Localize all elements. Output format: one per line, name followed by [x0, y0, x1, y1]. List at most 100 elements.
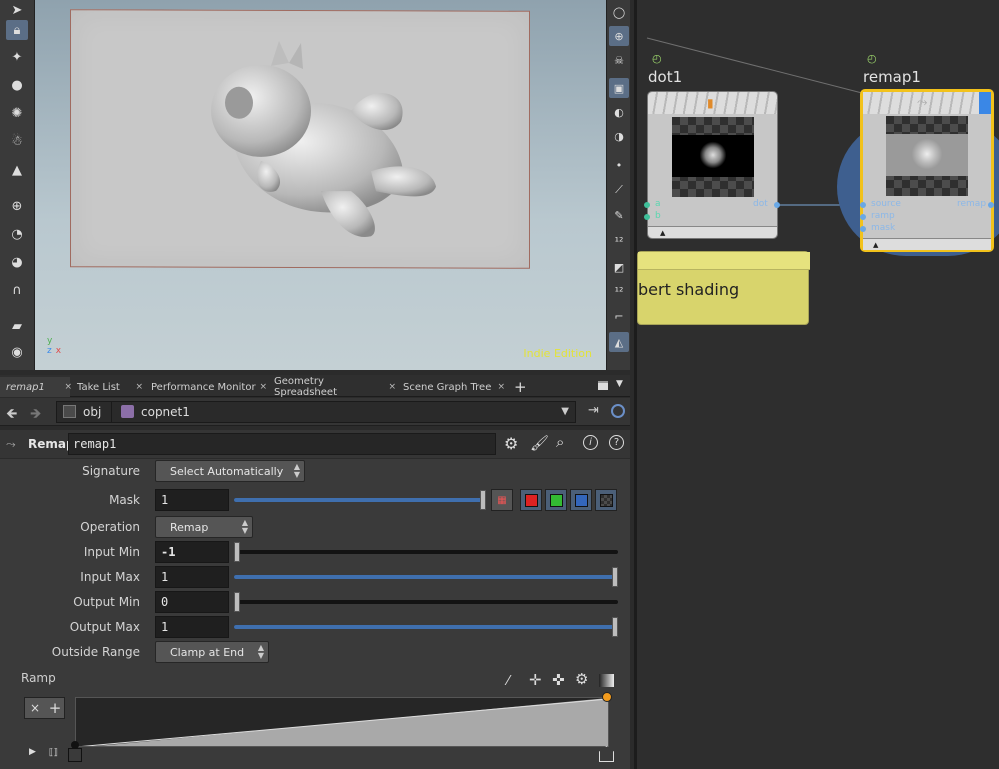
- close-icon[interactable]: ×: [259, 382, 267, 392]
- slider-handle[interactable]: [234, 542, 240, 562]
- mask-field[interactable]: 1: [155, 489, 229, 511]
- signature-menu[interactable]: Select Automatically ▲ ▼: [155, 460, 305, 482]
- close-icon[interactable]: ×: [388, 382, 396, 392]
- ramp-gear-icon[interactable]: ⚙: [575, 670, 588, 688]
- snap-point-icon[interactable]: ◕: [6, 252, 28, 272]
- point-display-icon[interactable]: •: [609, 155, 629, 175]
- select-arrow-icon[interactable]: ➤: [6, 0, 28, 20]
- pin-icon[interactable]: ⇥: [588, 403, 599, 418]
- slider-handle[interactable]: [480, 490, 486, 510]
- mask-blue-channel-toggle[interactable]: [570, 489, 592, 511]
- remap1-output[interactable]: [988, 202, 994, 208]
- output-max-slider[interactable]: [234, 617, 618, 637]
- skull-icon[interactable]: ☠: [609, 50, 629, 70]
- remap1-input-source[interactable]: [860, 202, 866, 208]
- ramp-add-button[interactable]: +: [45, 698, 65, 718]
- ramp-mode-icon[interactable]: ⟦⟧: [49, 748, 58, 758]
- point-numbers-icon[interactable]: ¹²: [609, 231, 629, 251]
- input-min-slider[interactable]: [234, 542, 618, 562]
- ramp-remove-button[interactable]: ×: [25, 698, 45, 718]
- ramp-interp-icon[interactable]: ⁄: [507, 674, 509, 689]
- input-max-field[interactable]: 1: [155, 566, 229, 588]
- ramp-editor[interactable]: [75, 697, 609, 747]
- magnet-icon[interactable]: ⊕: [6, 196, 28, 216]
- snap-curve-icon[interactable]: ◔: [6, 224, 28, 244]
- pose-tool-icon[interactable]: ●: [6, 75, 28, 95]
- sphere-icon[interactable]: ◯: [609, 2, 629, 22]
- expand-triangle-icon[interactable]: ▶: [29, 747, 36, 757]
- ramp-marker-end[interactable]: [599, 746, 614, 762]
- path-segment-obj[interactable]: obj: [83, 405, 101, 419]
- network-editor[interactable]: bert shading ◴ dot1 ▮ ▲ a b dot ◴ remap1…: [634, 0, 999, 769]
- tab-scene-graph-tree[interactable]: Scene Graph Tree ×: [397, 377, 505, 397]
- path-segment-copnet1[interactable]: copnet1: [141, 405, 190, 419]
- mask-slider[interactable]: [234, 490, 486, 510]
- ramp-key-end[interactable]: [602, 692, 612, 702]
- tab-take-list[interactable]: Take List ×: [71, 377, 143, 397]
- figure-tool-icon[interactable]: ☃: [6, 131, 28, 151]
- ramp-marker-start[interactable]: [68, 748, 82, 762]
- link-pane-icon[interactable]: [611, 404, 625, 418]
- gear-icon[interactable]: ⚙: [504, 434, 518, 453]
- tab-performance-monitor[interactable]: Performance Monitor ×: [145, 377, 267, 397]
- pane-layout-icon[interactable]: [598, 381, 608, 390]
- lock-icon[interactable]: 🔒︎: [6, 20, 28, 40]
- channel-picker-button[interactable]: ▦: [491, 489, 513, 511]
- search-icon[interactable]: ⌕: [556, 433, 564, 451]
- brush-tool-icon[interactable]: ✺: [6, 103, 28, 123]
- info-icon[interactable]: i: [583, 435, 598, 450]
- add-tab-button[interactable]: +: [508, 377, 533, 397]
- chevron-down-icon[interactable]: ▼: [616, 379, 623, 389]
- guide-icon[interactable]: ⌐: [609, 306, 629, 326]
- output-max-field[interactable]: 1: [155, 616, 229, 638]
- render-icon[interactable]: ▰: [6, 316, 28, 336]
- ramp-preview-icon[interactable]: [599, 674, 614, 687]
- mask-green-channel-toggle[interactable]: [545, 489, 567, 511]
- display-options-icon[interactable]: ◑: [609, 126, 629, 146]
- normal-display-icon[interactable]: ⟋: [609, 180, 629, 200]
- mask-red-channel-toggle[interactable]: [520, 489, 542, 511]
- dot1-input-b[interactable]: [644, 214, 650, 220]
- slider-handle[interactable]: [234, 592, 240, 612]
- tab-geometry-spreadsheet[interactable]: Geometry Spreadsheet ×: [268, 376, 396, 398]
- output-min-slider[interactable]: [234, 592, 618, 612]
- path-dropdown-icon[interactable]: ▼: [561, 406, 569, 417]
- snap-magnet-icon[interactable]: ∩: [6, 280, 28, 300]
- snapshot-icon[interactable]: ▣: [609, 78, 629, 98]
- outside-range-menu[interactable]: Clamp at End ▲ ▼: [155, 641, 269, 663]
- camera-icon[interactable]: ◉: [6, 342, 28, 362]
- tab-remap1[interactable]: remap1 ×: [0, 377, 72, 397]
- mask-alpha-channel-toggle[interactable]: [595, 489, 617, 511]
- remap1-input-mask[interactable]: [860, 226, 866, 232]
- forward-arrow-icon[interactable]: 🡺: [30, 403, 41, 427]
- ramp-add-key-icon[interactable]: ✛: [529, 671, 542, 689]
- vector-display-icon[interactable]: ✎: [609, 205, 629, 225]
- prim-display-icon[interactable]: ◩: [609, 257, 629, 277]
- slider-handle[interactable]: [612, 567, 618, 587]
- eye-icon[interactable]: ◐: [609, 102, 629, 122]
- close-icon[interactable]: ×: [135, 382, 143, 392]
- shading-icon[interactable]: ◭: [609, 332, 629, 352]
- sticky-note[interactable]: bert shading: [637, 251, 810, 325]
- back-arrow-icon[interactable]: 🡸: [6, 403, 17, 427]
- input-max-slider[interactable]: [234, 567, 618, 587]
- ramp-remove-key-icon[interactable]: ✜: [552, 671, 565, 689]
- handle-tool-icon[interactable]: ✦: [6, 47, 28, 67]
- dot1-node[interactable]: ▮ ▲: [647, 91, 778, 239]
- help-icon[interactable]: ?: [609, 435, 624, 450]
- create-tool-icon[interactable]: ▲: [6, 160, 28, 180]
- operation-menu[interactable]: Remap ▲ ▼: [155, 516, 253, 538]
- close-icon[interactable]: ×: [497, 382, 505, 392]
- node-name-input[interactable]: remap1: [68, 433, 496, 455]
- output-min-field[interactable]: 0: [155, 591, 229, 613]
- input-min-field[interactable]: -1: [155, 541, 229, 563]
- dot1-output[interactable]: [774, 202, 780, 208]
- network-path-field[interactable]: obj copnet1 ▼: [56, 401, 576, 423]
- remap1-input-ramp[interactable]: [860, 214, 866, 220]
- brush-icon[interactable]: 🖌︎: [530, 434, 549, 452]
- dot1-input-a[interactable]: [644, 202, 650, 208]
- add-light-icon[interactable]: ⊕: [609, 26, 629, 46]
- slider-handle[interactable]: [612, 617, 618, 637]
- display-flag[interactable]: [979, 92, 991, 114]
- prim-numbers-icon[interactable]: ¹²: [609, 281, 629, 301]
